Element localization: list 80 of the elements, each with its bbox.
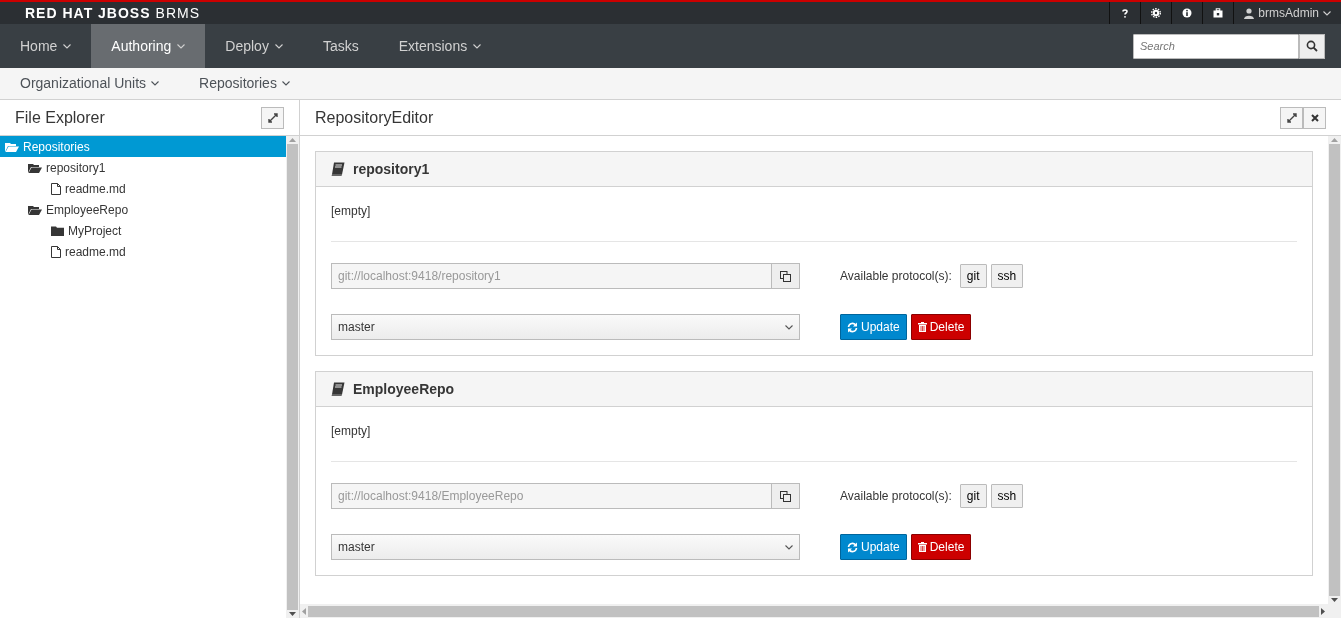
- protocol-button[interactable]: git: [959, 484, 987, 508]
- scrollbar[interactable]: [300, 604, 1341, 618]
- scroll-left-icon: [300, 607, 308, 615]
- nav-tab[interactable]: Home: [0, 24, 92, 68]
- update-button[interactable]: Update: [840, 534, 907, 560]
- repository-name: EmployeeRepo: [353, 379, 455, 399]
- delete-button[interactable]: Delete: [910, 314, 972, 340]
- delete-button[interactable]: Delete: [910, 534, 972, 560]
- brand-title: RED HAT JBOSS: [25, 3, 151, 23]
- maximize-button[interactable]: [1280, 106, 1303, 129]
- brand-product: BRMS: [155, 3, 200, 23]
- close-button[interactable]: [1303, 106, 1326, 129]
- caret-icon: [1323, 10, 1331, 16]
- close-icon: [1310, 113, 1319, 122]
- trash-icon: [917, 542, 927, 552]
- trash-icon: [917, 322, 927, 332]
- copy-icon: [780, 270, 791, 282]
- panel-title: RepositoryEditor: [315, 107, 434, 128]
- nav-tab[interactable]: Tasks: [302, 24, 379, 68]
- branch-select[interactable]: master: [331, 314, 800, 340]
- search-icon: [1306, 40, 1318, 52]
- repository-description: [empty]: [331, 203, 372, 220]
- maximize-button[interactable]: [261, 106, 284, 129]
- book-icon: [331, 162, 345, 176]
- protocol-button[interactable]: git: [959, 264, 987, 288]
- file-icon: [51, 182, 61, 195]
- file-icon: [51, 245, 61, 258]
- scroll-right-icon: [1319, 607, 1327, 615]
- caret-icon: [785, 544, 793, 550]
- caret-icon: [274, 43, 283, 49]
- info-icon[interactable]: [1182, 8, 1193, 18]
- refresh-icon: [847, 541, 858, 553]
- user-icon: [1244, 7, 1255, 19]
- repository-name: repository1: [353, 159, 430, 179]
- book-icon: [331, 382, 345, 396]
- subnav-menu[interactable]: Repositories: [179, 68, 310, 99]
- update-button[interactable]: Update: [840, 314, 907, 340]
- scroll-down-icon: [289, 610, 296, 618]
- caret-icon: [473, 43, 482, 49]
- tree-item[interactable]: EmployeeRepo: [0, 199, 286, 220]
- tree-item[interactable]: repository1: [0, 157, 286, 178]
- settings-icon[interactable]: [1151, 8, 1162, 18]
- search-button[interactable]: [1299, 33, 1325, 59]
- folder-icon: [51, 225, 64, 236]
- scroll-up-icon: [289, 136, 296, 144]
- caret-icon: [785, 324, 793, 330]
- caret-icon: [177, 43, 186, 49]
- caret-icon: [151, 81, 160, 86]
- scroll-up-icon: [1331, 136, 1338, 144]
- protocols-label: Available protocol(s):: [840, 268, 952, 285]
- repository-description: [empty]: [331, 423, 372, 440]
- refresh-icon: [847, 321, 858, 333]
- copy-button[interactable]: [772, 483, 800, 509]
- expand-icon: [1286, 112, 1297, 123]
- briefcase-icon[interactable]: [1213, 8, 1224, 18]
- help-icon[interactable]: [1120, 8, 1131, 18]
- protocol-button[interactable]: ssh: [990, 484, 1024, 508]
- search-field[interactable]: Search: [1133, 33, 1299, 59]
- scroll-down-icon: [1331, 596, 1338, 604]
- open-folder-icon: [28, 204, 42, 215]
- protocol-button[interactable]: ssh: [990, 264, 1024, 288]
- scrollbar[interactable]: [1328, 136, 1341, 604]
- copy-icon: [780, 490, 791, 502]
- branch-select[interactable]: master: [331, 534, 800, 560]
- nav-tab[interactable]: Authoring: [91, 24, 206, 68]
- protocols-label: Available protocol(s):: [840, 488, 952, 505]
- nav-tab[interactable]: Deploy: [205, 24, 303, 68]
- caret-icon: [63, 43, 72, 49]
- copy-button[interactable]: [772, 263, 800, 289]
- panel-title: File Explorer: [15, 107, 105, 128]
- tree-item[interactable]: MyProject: [0, 220, 286, 241]
- scrollbar[interactable]: [286, 136, 299, 618]
- tree-item[interactable]: readme.md: [0, 241, 286, 262]
- tree-item[interactable]: readme.md: [0, 178, 286, 199]
- expand-icon: [267, 112, 278, 123]
- nav-tab[interactable]: Extensions: [378, 24, 502, 68]
- open-folder-icon: [5, 141, 19, 152]
- subnav-menu[interactable]: Organizational Units: [0, 68, 180, 99]
- caret-icon: [281, 81, 290, 86]
- open-folder-icon: [28, 162, 42, 173]
